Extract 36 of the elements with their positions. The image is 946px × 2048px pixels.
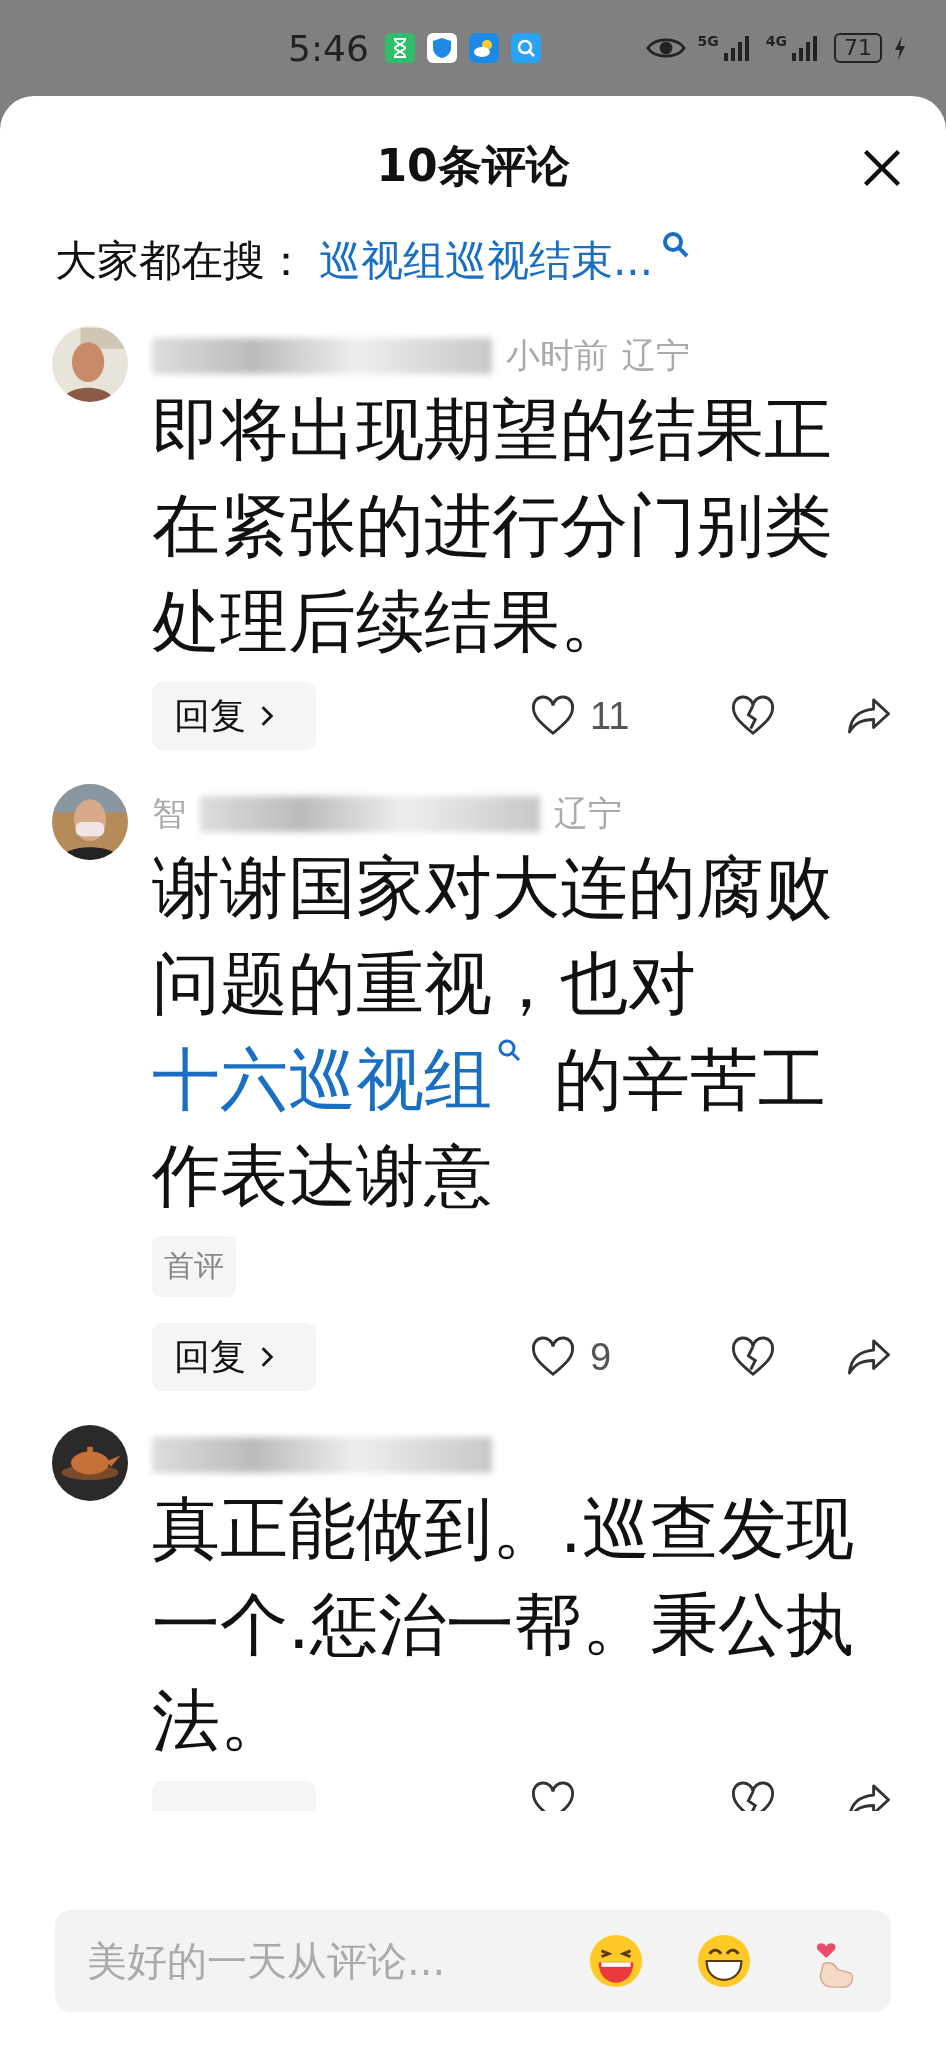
comment-location: 辽宁 bbox=[622, 334, 690, 377]
laughing-emoji-icon[interactable] bbox=[587, 1932, 645, 1990]
topic-link[interactable]: 十六巡视组 bbox=[152, 1040, 532, 1119]
comment-time: 小时前 bbox=[506, 334, 608, 377]
comment-text: 即将出现期望的结果正在紧张的进行分门别类处理后续结果。 bbox=[152, 389, 833, 663]
clock-time: 5:46 bbox=[288, 27, 369, 69]
comment-location: 辽宁 bbox=[554, 792, 622, 835]
first-comment-tag: 首评 bbox=[152, 1236, 236, 1297]
broken-heart-icon[interactable] bbox=[730, 1336, 776, 1378]
comment-text: 谢谢国家对大连的腐败问题的重视，也对 十六巡视组 的辛苦工作表达谢意 bbox=[152, 847, 833, 1217]
heart-icon bbox=[530, 695, 576, 737]
user-name: 智 bbox=[152, 792, 186, 835]
grinning-emoji-icon[interactable] bbox=[695, 1932, 753, 1990]
battery-icon: 71 bbox=[834, 33, 882, 63]
share-icon[interactable] bbox=[846, 1781, 892, 1811]
like-button[interactable]: 9 bbox=[530, 1335, 660, 1379]
broken-heart-icon[interactable] bbox=[730, 1781, 776, 1811]
search-icon bbox=[510, 33, 541, 63]
chevron-icon bbox=[260, 705, 274, 727]
charging-icon bbox=[894, 36, 906, 60]
heart-icon bbox=[530, 1781, 576, 1811]
weather-icon bbox=[468, 33, 499, 63]
trending-search-link[interactable]: 巡视组巡视结束... bbox=[319, 233, 654, 289]
heart-icon bbox=[530, 1336, 576, 1378]
comment-text: 真正能做到。.巡查发现一个.惩治一帮。秉公执法。 bbox=[152, 1488, 855, 1762]
reply-button[interactable]: 回复 bbox=[152, 1323, 316, 1391]
broken-heart-icon[interactable] bbox=[730, 695, 776, 737]
hourglass-icon bbox=[384, 33, 415, 63]
share-icon[interactable] bbox=[846, 1336, 892, 1378]
share-icon[interactable] bbox=[846, 695, 892, 737]
chevron-icon bbox=[260, 1346, 274, 1368]
trending-label: 大家都在搜： bbox=[55, 235, 307, 287]
like-button[interactable]: 11 bbox=[530, 694, 660, 738]
reply-button[interactable]: 回复 bbox=[152, 682, 316, 750]
shield-icon bbox=[426, 33, 457, 63]
sheet-title: 10条评论 bbox=[376, 138, 570, 193]
